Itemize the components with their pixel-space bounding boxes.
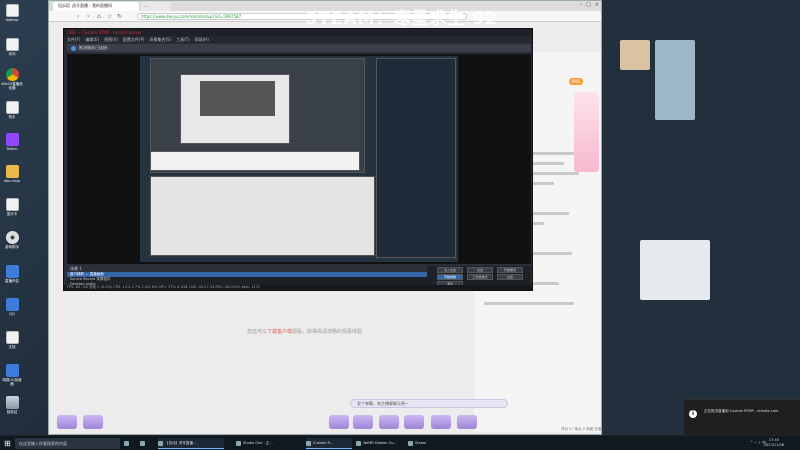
- promo-banner[interactable]: [574, 92, 599, 172]
- desktop-icon-10[interactable]: 文档: [1, 331, 23, 349]
- info-icon: i: [689, 410, 697, 418]
- settings-button[interactable]: 设置: [497, 274, 523, 280]
- studio-mode-button[interactable]: 工作室模式: [467, 274, 493, 280]
- gift-sticker[interactable]: [431, 415, 451, 429]
- folder-icon: [5, 165, 19, 178]
- start-record-button[interactable]: 开始录制: [437, 274, 463, 280]
- nested-page: [150, 176, 375, 256]
- text-line: [484, 302, 574, 305]
- gift-sticker[interactable]: [353, 415, 373, 429]
- gift-sticker[interactable]: [329, 415, 349, 429]
- promo-pill[interactable]: POS: [569, 78, 584, 85]
- desktop-icon-3[interactable]: 快手: [1, 101, 23, 119]
- star-icon[interactable]: ☆: [107, 13, 112, 20]
- browser-tab-active[interactable]: 【自动】虎牙直播 - 我的直播间: [53, 2, 139, 11]
- browser-tab[interactable]: ...: [141, 2, 171, 11]
- stream-overlay-text: STEAM：寒星求生 92: [305, 9, 499, 29]
- doc-icon: [5, 38, 19, 51]
- obs-menu-bar: 文件(F) 编辑(E) 视图(V) 配置文件(P) 场景集合(S) 工具(T) …: [64, 36, 532, 43]
- taskbar: ⊞ 在这里输入你要搜索的内容 【自动】虎牙直播... Studio One - …: [0, 435, 800, 450]
- close-button[interactable]: ×: [595, 2, 599, 8]
- menu-profile[interactable]: 配置文件(P): [123, 37, 145, 42]
- doc-icon: [5, 198, 19, 211]
- desktop-icon-2[interactable]: Win10直播优化器: [1, 68, 23, 90]
- danmu-input[interactable]: 发个弹幕，和主播聊聊天吧~: [350, 399, 508, 408]
- nested-dock: [150, 151, 360, 171]
- gift-sticker[interactable]: [404, 415, 424, 429]
- obs-title-bar: OBS — Custom RTMP - remote.server: [64, 29, 532, 36]
- menu-scene-collection[interactable]: 场景集合(S): [149, 37, 171, 42]
- menu-tools[interactable]: 工具(T): [176, 37, 190, 42]
- desktop-icon-7[interactable]: 游戏助手: [1, 231, 23, 249]
- reload-icon[interactable]: ↻: [117, 13, 122, 20]
- gift-sticker[interactable]: [83, 415, 103, 429]
- notification-text: 正在推流直播到 Custom RTMP - remote.com.: [704, 409, 780, 413]
- doc-icon: [5, 101, 19, 114]
- desktop-icon-8[interactable]: 直播伴侣: [1, 265, 23, 283]
- background-thumbnail: [655, 40, 695, 120]
- menu-file[interactable]: 文件(F): [67, 37, 80, 42]
- gift-sticker[interactable]: [457, 415, 477, 429]
- back-icon[interactable]: ‹: [77, 13, 79, 20]
- twitch-icon: [5, 133, 19, 146]
- nested-sidebar: [376, 58, 456, 258]
- taskbar-app-vm[interactable]: WeMR Debian Gu...: [356, 438, 404, 449]
- disc-icon: [5, 231, 19, 244]
- desktop-icon-9[interactable]: QQ: [1, 298, 23, 316]
- desktop-icon-recycle-bin[interactable]: 回收站: [1, 396, 23, 414]
- background-panel: [640, 240, 710, 300]
- menu-edit[interactable]: 编辑(E): [85, 37, 99, 42]
- obs-info-bar: 推流服务已连接：: [67, 44, 531, 52]
- taskbar-taskview-icon[interactable]: [124, 438, 138, 449]
- transition-out-button[interactable]: 淡出: [467, 267, 493, 273]
- menu-help[interactable]: 帮助(H): [195, 37, 209, 42]
- chrome-icon: [5, 68, 19, 81]
- gift-sticker[interactable]: [57, 415, 77, 429]
- windows-start-icon[interactable]: ⊞: [4, 439, 11, 448]
- taskbar-app-steam[interactable]: Steam: [408, 438, 438, 449]
- client-download-caption: 您还可以下载客户端观看，获得高清流畅的观看体验: [247, 329, 363, 335]
- app-icon: [5, 298, 19, 311]
- obs-window: OBS — Custom RTMP - remote.server 文件(F) …: [63, 28, 533, 291]
- desktop-icon-6[interactable]: 显示卡: [1, 198, 23, 216]
- taskbar-explorer-icon[interactable]: [140, 438, 154, 449]
- preview-capture: [140, 56, 458, 262]
- recycle-bin-icon: [5, 396, 19, 409]
- desktop-icon-twitch[interactable]: Twitch: [1, 133, 23, 151]
- app-icon: [5, 364, 19, 377]
- desktop-icon-5[interactable]: obs-ninja: [1, 165, 23, 183]
- info-icon: [71, 45, 76, 51]
- start-stream-button[interactable]: 开始推流: [497, 267, 523, 273]
- doc-icon: [5, 331, 19, 344]
- gift-info: 背包 0 / 鱼丸 0 鱼翅 充值: [561, 427, 602, 431]
- minimize-button[interactable]: –: [580, 2, 583, 8]
- forward-icon[interactable]: ›: [87, 13, 89, 20]
- background-window-right: [600, 0, 800, 435]
- transition-fade-button[interactable]: 淡入淡出: [437, 267, 463, 273]
- desktop-icon-startup[interactable]: startup: [1, 4, 23, 22]
- obs-status-bar: FPS: 60 / 60 丢帧 0 (0.0%) CPU: 11% 2.7% 2…: [64, 285, 532, 290]
- window-controls: – □ ×: [580, 2, 599, 8]
- taskbar-app-studio[interactable]: Studio One - 正...: [236, 438, 294, 449]
- taskbar-clock[interactable]: 17:45 2023/11/06: [764, 438, 784, 448]
- download-client-link[interactable]: 下载客户端: [267, 329, 292, 335]
- taskbar-app-obs[interactable]: Custom R...: [306, 438, 352, 449]
- app-icon: [5, 265, 19, 278]
- obs-preview[interactable]: [67, 54, 531, 264]
- taskbar-search-input[interactable]: 在这里输入你要搜索的内容: [15, 438, 120, 449]
- notification-toast[interactable]: i 正在推流直播到 Custom RTMP - remote.com.: [684, 399, 800, 435]
- background-thumbnail: [620, 40, 650, 70]
- doc-icon: [5, 4, 19, 17]
- nested-window: [200, 81, 275, 116]
- gift-sticker[interactable]: [379, 415, 399, 429]
- menu-view[interactable]: 视图(V): [104, 37, 118, 42]
- desktop-icon-1[interactable]: 访问: [1, 38, 23, 56]
- home-icon[interactable]: ⌂: [97, 13, 101, 20]
- taskbar-app-browser[interactable]: 【自动】虎牙直播...: [158, 438, 224, 449]
- maximize-button[interactable]: □: [586, 2, 591, 8]
- desktop-icon-11[interactable]: 网易UU加速器: [1, 364, 23, 386]
